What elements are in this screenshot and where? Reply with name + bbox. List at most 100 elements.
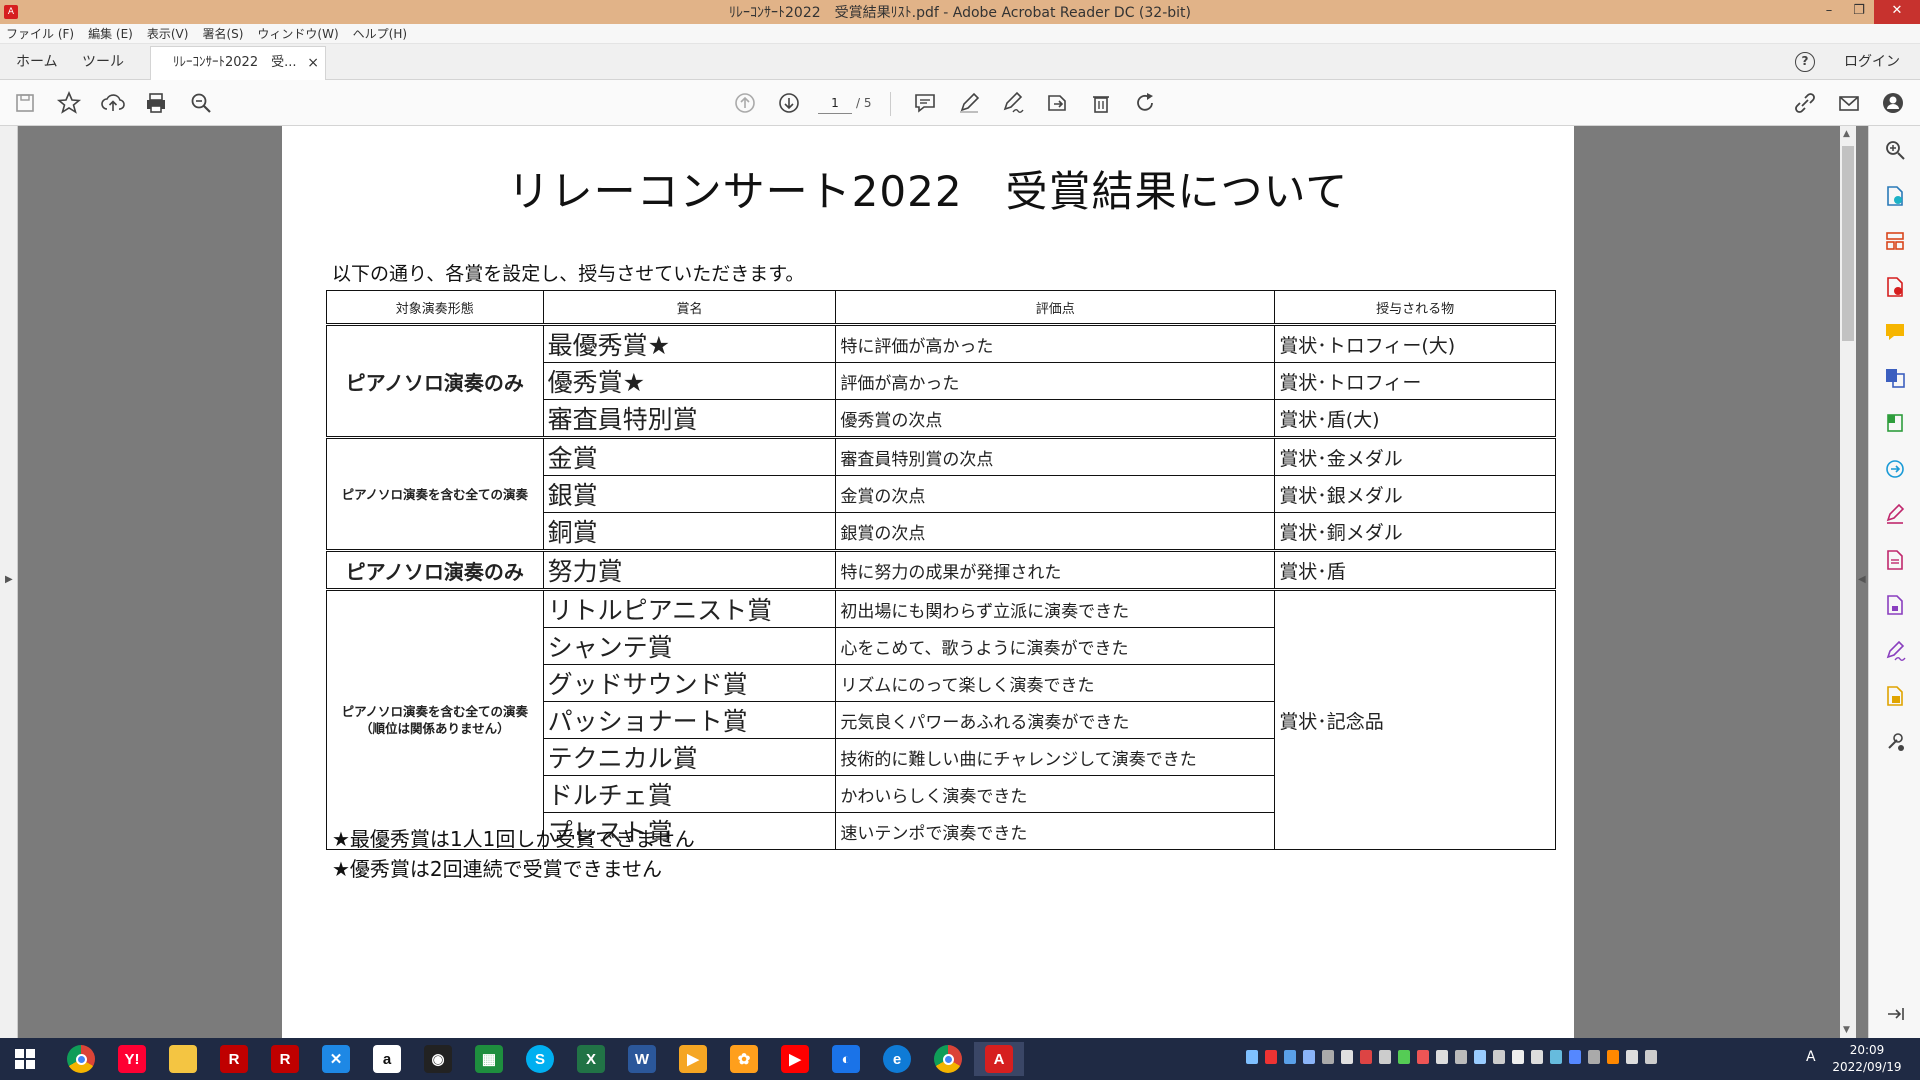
organize-pages-icon[interactable] — [1883, 229, 1907, 253]
left-navigation-panel[interactable]: ▶ — [0, 126, 18, 1038]
tray-icon[interactable] — [1379, 1050, 1391, 1064]
protect-pdf-icon[interactable] — [1883, 593, 1907, 617]
tray-icon[interactable] — [1398, 1050, 1410, 1064]
close-window-button[interactable]: ✕ — [1874, 0, 1920, 24]
tray-icon[interactable] — [1322, 1050, 1334, 1064]
highlight-pen-icon[interactable] — [956, 90, 982, 116]
tray-icon[interactable] — [1531, 1050, 1543, 1064]
restore-button[interactable]: ❐ — [1844, 0, 1874, 24]
tray-icon[interactable] — [1512, 1050, 1524, 1064]
taskbar-app-excel[interactable]: X — [566, 1042, 616, 1076]
page-down-icon[interactable] — [776, 90, 802, 116]
fill-sign-icon[interactable] — [1883, 502, 1907, 526]
menu-help[interactable]: ヘルプ(H) — [353, 25, 407, 42]
taskbar-app-eye-app[interactable]: ◉ — [413, 1042, 463, 1076]
taskbar-app-acrobat[interactable]: A — [974, 1042, 1024, 1076]
yahoo-icon: Y! — [118, 1045, 146, 1073]
send-review-icon[interactable] — [1883, 457, 1907, 481]
scroll-down-icon[interactable]: ▼ — [1843, 1025, 1850, 1035]
ime-indicator[interactable]: A — [1806, 1049, 1816, 1065]
tray-icon[interactable] — [1493, 1050, 1505, 1064]
tab-home[interactable]: ホーム — [16, 44, 58, 80]
tray-icon[interactable] — [1455, 1050, 1467, 1064]
taskbar-app-globe-app[interactable]: ◐ — [821, 1042, 871, 1076]
tab-close-icon[interactable]: × — [307, 47, 319, 79]
tray-icon[interactable] — [1436, 1050, 1448, 1064]
taskbar-app-chrome[interactable] — [56, 1042, 106, 1076]
page-number-input[interactable]: 1 — [818, 92, 852, 114]
tab-document[interactable]: ﾘﾚｰｺﾝｻｰﾄ2022 受... × — [150, 46, 326, 80]
login-link[interactable]: ログイン — [1844, 44, 1900, 80]
menu-edit[interactable]: 編集 (E) — [88, 25, 133, 42]
taskbar-app-skype[interactable]: S — [515, 1042, 565, 1076]
tray-icon[interactable] — [1265, 1050, 1277, 1064]
tray-icon[interactable] — [1246, 1050, 1258, 1064]
combine-files-icon[interactable] — [1883, 366, 1907, 390]
taskbar-app-photo-app[interactable]: ✿ — [719, 1042, 769, 1076]
taskbar-app-app-x[interactable]: ✕ — [311, 1042, 361, 1076]
scrollbar-thumb[interactable] — [1842, 146, 1854, 341]
tray-icon[interactable] — [1645, 1050, 1657, 1064]
zoom-search-icon[interactable] — [188, 90, 214, 116]
start-button[interactable] — [0, 1042, 50, 1076]
delete-icon[interactable] — [1088, 90, 1114, 116]
menu-sign[interactable]: 署名(S) — [202, 25, 243, 42]
taskbar-app-rakuten[interactable]: R — [209, 1042, 259, 1076]
tray-icon[interactable] — [1569, 1050, 1581, 1064]
tab-tools[interactable]: ツール — [82, 44, 124, 80]
tray-icon[interactable] — [1284, 1050, 1296, 1064]
tray-icon[interactable] — [1360, 1050, 1372, 1064]
tray-icon[interactable] — [1607, 1050, 1619, 1064]
comment-tool-icon[interactable] — [1883, 320, 1907, 344]
expand-left-panel-icon[interactable]: ▶ — [5, 574, 13, 585]
taskbar-app-edge[interactable]: e — [872, 1042, 922, 1076]
export-pdf-icon[interactable] — [1883, 184, 1907, 208]
taskbar-app-yahoo[interactable]: Y! — [107, 1042, 157, 1076]
cloud-upload-icon[interactable] — [100, 90, 126, 116]
taskbar-app-rakuten-r[interactable]: R — [260, 1042, 310, 1076]
edit-pdf-icon[interactable] — [1883, 548, 1907, 572]
stamp-tool-icon[interactable] — [1883, 684, 1907, 708]
share-edit-icon[interactable] — [1044, 90, 1070, 116]
page-up-icon[interactable] — [732, 90, 758, 116]
taskbar-app-youtube[interactable]: ▶ — [770, 1042, 820, 1076]
bookmark-star-icon[interactable] — [56, 90, 82, 116]
taskbar-app-explorer[interactable] — [158, 1042, 208, 1076]
taskbar-app-media-player[interactable]: ▶ — [668, 1042, 718, 1076]
menu-file[interactable]: ファイル (F) — [6, 25, 74, 42]
sign-icon[interactable] — [1000, 90, 1026, 116]
minimize-button[interactable]: – — [1814, 0, 1844, 24]
scroll-up-icon[interactable]: ▲ — [1843, 129, 1850, 139]
link-share-icon[interactable] — [1792, 90, 1818, 116]
tray-icon[interactable] — [1474, 1050, 1486, 1064]
print-icon[interactable] — [143, 90, 169, 116]
menu-window[interactable]: ウィンドウ(W) — [257, 25, 338, 42]
account-icon[interactable] — [1880, 90, 1906, 116]
taskbar-app-word[interactable]: W — [617, 1042, 667, 1076]
prize-cell: 賞状･記念品 — [1274, 588, 1556, 850]
taskbar-clock[interactable]: 20:09 2022/09/19 — [1824, 1042, 1910, 1076]
tray-icon[interactable] — [1341, 1050, 1353, 1064]
tray-icon[interactable] — [1588, 1050, 1600, 1064]
more-tools-icon[interactable] — [1883, 730, 1907, 754]
email-icon[interactable] — [1836, 90, 1862, 116]
fill-form-icon[interactable] — [1883, 411, 1907, 435]
zoom-tool-icon[interactable] — [1883, 138, 1907, 162]
vertical-scrollbar[interactable]: ▲ ▼ — [1840, 126, 1856, 1038]
comment-icon[interactable] — [912, 90, 938, 116]
tray-icon[interactable] — [1303, 1050, 1315, 1064]
request-signature-icon[interactable] — [1883, 639, 1907, 663]
collapse-tools-icon[interactable] — [1883, 1002, 1907, 1026]
rotate-icon[interactable] — [1132, 90, 1158, 116]
collapse-right-panel-icon[interactable]: ◀ — [1858, 574, 1866, 585]
save-icon[interactable] — [12, 90, 38, 116]
create-pdf-icon[interactable] — [1883, 275, 1907, 299]
taskbar-app-calc-green[interactable]: ▦ — [464, 1042, 514, 1076]
tray-icon[interactable] — [1417, 1050, 1429, 1064]
taskbar-app-amazon[interactable]: a — [362, 1042, 412, 1076]
tray-icon[interactable] — [1550, 1050, 1562, 1064]
help-icon[interactable]: ? — [1795, 52, 1815, 72]
taskbar-app-chrome-2[interactable] — [923, 1042, 973, 1076]
menu-view[interactable]: 表示(V) — [147, 25, 189, 42]
tray-icon[interactable] — [1626, 1050, 1638, 1064]
